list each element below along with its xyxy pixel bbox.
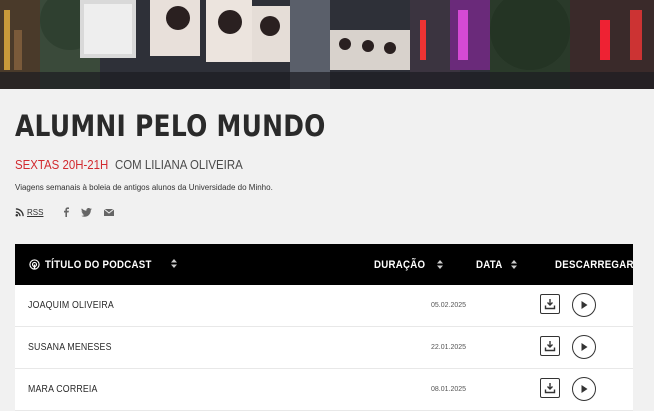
play-button[interactable]: [572, 293, 596, 317]
episode-title[interactable]: MARA CORREIA: [28, 384, 98, 395]
column-download-label: DESCARREGAR: [555, 258, 634, 271]
column-date-sort[interactable]: DATA: [476, 244, 518, 285]
sort-icon: [171, 259, 178, 270]
table-row: MARA CORREIA 08.01.2025: [15, 369, 633, 411]
sort-icon: [511, 260, 518, 269]
column-duration-label: DURAÇÃO: [374, 258, 426, 271]
episode-date: 05.02.2025: [431, 302, 467, 309]
episode-date: 22.01.2025: [431, 344, 467, 351]
download-icon: [544, 383, 556, 394]
city-street-photo: [0, 0, 654, 89]
rss-label: RSS: [27, 207, 44, 217]
episode-title[interactable]: SUSANA MENESES: [28, 342, 112, 353]
column-title-label: TÍTULO DO PODCAST: [45, 258, 152, 271]
twitter-icon[interactable]: [81, 207, 93, 217]
column-title-sort[interactable]: TÍTULO DO PODCAST: [29, 244, 178, 285]
column-download: DESCARREGAR: [555, 244, 644, 285]
page-title: ALUMNI PELO MUNDO: [15, 109, 326, 143]
table-header: TÍTULO DO PODCAST DURAÇÃO DATA DESCARREG…: [15, 244, 633, 285]
sort-icon: [437, 260, 444, 269]
podcast-table: TÍTULO DO PODCAST DURAÇÃO DATA DESCARREG…: [15, 244, 633, 411]
schedule-time: SEXTAS 20H-21H: [15, 157, 109, 172]
play-button[interactable]: [572, 335, 596, 359]
schedule-host: COM LILIANA OLIVEIRA: [114, 157, 243, 172]
rss-link[interactable]: RSS: [15, 208, 43, 217]
episode-title[interactable]: JOAQUIM OLIVEIRA: [28, 300, 114, 311]
download-icon: [544, 341, 556, 352]
email-icon[interactable]: [104, 208, 115, 216]
download-button[interactable]: [540, 378, 560, 398]
podcast-icon: [29, 259, 40, 270]
program-schedule: SEXTAS 20H-21H COM LILIANA OLIVEIRA: [15, 158, 243, 171]
play-icon: [581, 385, 587, 393]
play-icon: [581, 343, 587, 351]
hero-banner: [0, 0, 654, 89]
social-links: RSS: [15, 207, 115, 217]
rss-icon: [15, 207, 24, 216]
download-button[interactable]: [540, 294, 560, 314]
column-date-label: DATA: [476, 258, 503, 271]
play-button[interactable]: [572, 377, 596, 401]
table-row: JOAQUIM OLIVEIRA 05.02.2025: [15, 285, 633, 327]
download-button[interactable]: [540, 336, 560, 356]
play-icon: [581, 301, 587, 309]
column-duration-sort[interactable]: DURAÇÃO: [374, 244, 444, 285]
download-icon: [544, 299, 556, 310]
facebook-icon[interactable]: [63, 207, 70, 217]
program-description: Viagens semanais à boleia de antigos alu…: [15, 183, 273, 192]
episode-date: 08.01.2025: [431, 386, 467, 393]
table-row: SUSANA MENESES 22.01.2025: [15, 327, 633, 369]
